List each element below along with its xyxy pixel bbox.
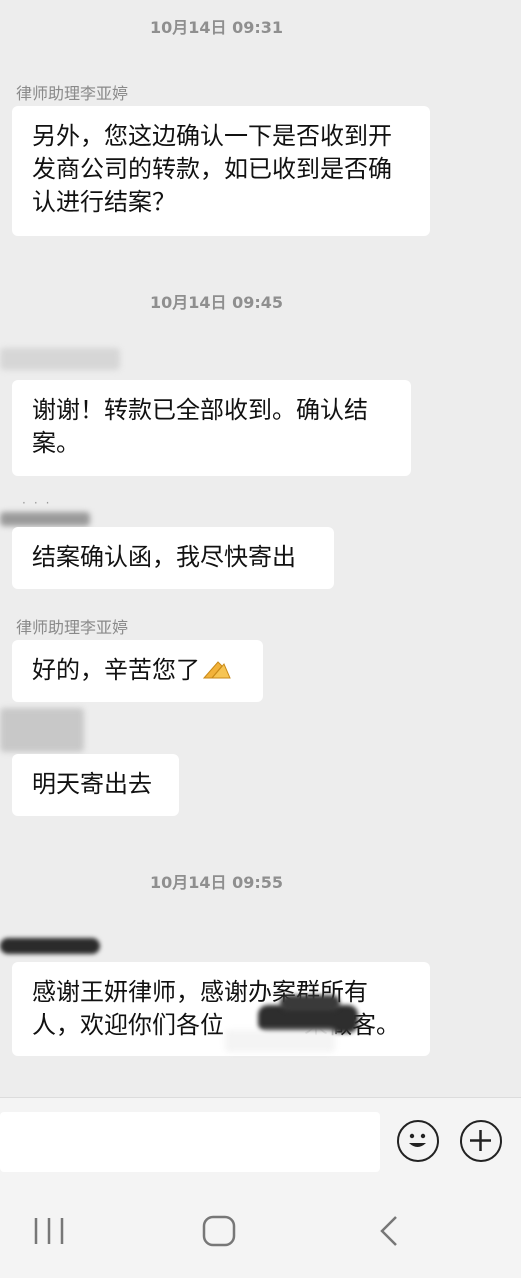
blurred-sender bbox=[0, 938, 100, 954]
message-bubble[interactable]: 谢谢！转款已全部收到。确认结 案。 bbox=[12, 380, 411, 476]
input-bar bbox=[0, 1097, 521, 1182]
message-bubble[interactable]: 结案确认函，我尽快寄出 bbox=[12, 527, 334, 589]
sender-name: 律师助理李亚婷 bbox=[16, 84, 129, 103]
timestamp: 10月14日 09:45 bbox=[149, 293, 284, 312]
message-bubble[interactable]: 明天寄出去 bbox=[12, 754, 179, 816]
sender-name: 律师助理李亚婷 bbox=[16, 618, 129, 637]
recent-apps-icon[interactable] bbox=[33, 1216, 65, 1246]
message-text-part: 人，欢迎你们各位 bbox=[32, 1011, 224, 1039]
message-input[interactable] bbox=[0, 1112, 380, 1172]
ellipsis-icon: ··· bbox=[22, 496, 58, 510]
message-text-line: 发商公司的转款，如已收到是否确 bbox=[32, 155, 392, 183]
message-text: 结案确认函，我尽快寄出 bbox=[32, 543, 296, 571]
redaction-mark bbox=[225, 1030, 335, 1052]
system-navigation-bar bbox=[0, 1182, 521, 1278]
message-bubble[interactable]: 另外，您这边确认一下是否收到开 发商公司的转款，如已收到是否确 认进行结案？ bbox=[12, 106, 430, 236]
timestamp: 10月14日 09:55 bbox=[149, 873, 284, 892]
message-text-line: 另外，您这边确认一下是否收到开 bbox=[32, 122, 392, 150]
back-icon[interactable] bbox=[378, 1215, 400, 1247]
message-text-line: 案。 bbox=[32, 429, 80, 457]
message-bubble[interactable]: 好的，辛苦您了 bbox=[12, 640, 263, 702]
message-text-line: 感谢王妍律师，感谢办案群所有 bbox=[32, 978, 368, 1006]
home-icon[interactable] bbox=[202, 1215, 236, 1247]
plus-icon[interactable] bbox=[460, 1120, 502, 1162]
blurred-sender bbox=[0, 348, 120, 370]
timestamp: 10月14日 09:31 bbox=[149, 18, 284, 37]
folded-hands-icon bbox=[202, 661, 231, 679]
blurred-sender bbox=[0, 708, 84, 752]
message-bubble[interactable]: 感谢王妍律师，感谢办案群所有 人，欢迎你们各位来做客。 bbox=[12, 962, 430, 1056]
message-text-line: 认进行结案？ bbox=[32, 188, 176, 216]
emoji-icon[interactable] bbox=[397, 1120, 439, 1162]
message-text: 明天寄出去 bbox=[32, 770, 152, 798]
message-text-line: 谢谢！转款已全部收到。确认结 bbox=[32, 396, 368, 424]
blurred-sender bbox=[0, 512, 90, 526]
redaction-mark bbox=[280, 995, 340, 1011]
message-text: 好的，辛苦您了 bbox=[32, 656, 200, 684]
